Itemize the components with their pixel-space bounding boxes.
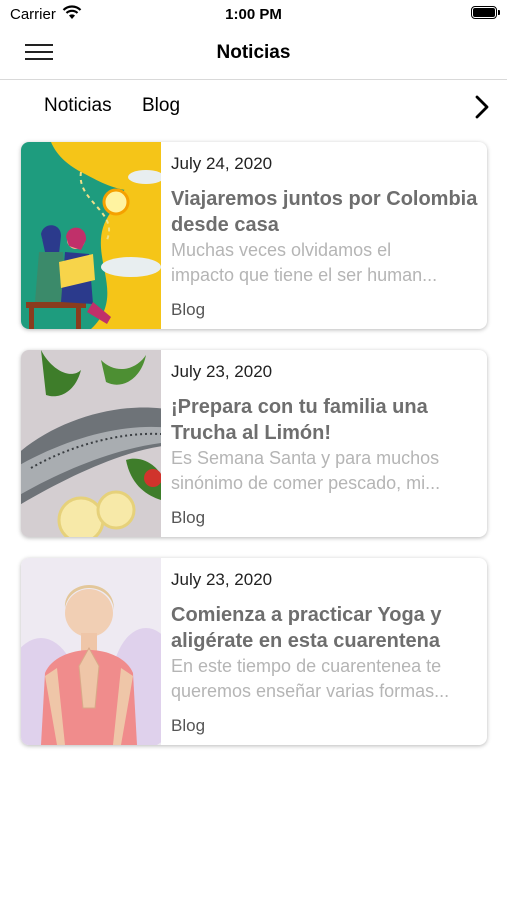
article-title: Viajaremos juntos por Colombia desde cas… <box>171 188 478 236</box>
article-excerpt: Muchas veces olvidamos el impacto que ti… <box>171 238 481 288</box>
excerpt-line: En este tiempo de cuarentenea te <box>171 656 442 676</box>
article-thumbnail <box>21 350 161 537</box>
tab-noticias[interactable]: Noticias <box>44 95 112 117</box>
article-category: Blog <box>171 508 206 527</box>
excerpt-line: Es Semana Santa y para muchos <box>171 448 440 468</box>
article-card[interactable]: July 23, 2020 Comienza a practicar Yoga … <box>21 558 487 745</box>
tab-blog[interactable]: Blog <box>142 95 180 117</box>
chevron-right-icon[interactable] <box>471 94 493 120</box>
excerpt-line: sinónimo de comer pescado, mi... <box>171 473 441 493</box>
article-date: July 24, 2020 <box>171 154 273 173</box>
excerpt-line: Muchas veces olvidamos el <box>171 240 392 260</box>
article-category: Blog <box>171 716 206 735</box>
article-thumbnail <box>21 558 161 745</box>
article-category: Blog <box>171 300 206 319</box>
article-title: Comienza a practicar Yoga y aligérate en… <box>171 604 442 652</box>
battery-icon <box>471 6 500 19</box>
article-date: July 23, 2020 <box>171 362 273 381</box>
status-bar: Carrier 1:00 PM <box>0 0 507 28</box>
excerpt-line: queremos enseñar varias formas... <box>171 681 450 701</box>
article-card[interactable]: July 23, 2020 ¡Prepara con tu familia un… <box>21 350 487 537</box>
article-excerpt: En este tiempo de cuarentenea te queremo… <box>171 654 481 704</box>
article-card[interactable]: July 24, 2020 Viajaremos juntos por Colo… <box>21 142 487 329</box>
excerpt-line: impacto que tiene el ser human... <box>171 265 438 285</box>
article-thumbnail <box>21 142 161 329</box>
clock: 1:00 PM <box>225 6 282 23</box>
page-title: Noticias <box>216 42 291 63</box>
category-tabs: Noticias Blog <box>0 80 507 132</box>
article-date: July 23, 2020 <box>171 570 273 589</box>
navigation-bar: Noticias <box>0 28 507 80</box>
article-excerpt: Es Semana Santa y para muchos sinónimo d… <box>171 446 481 496</box>
article-title: ¡Prepara con tu familia una Trucha al Li… <box>171 396 428 444</box>
